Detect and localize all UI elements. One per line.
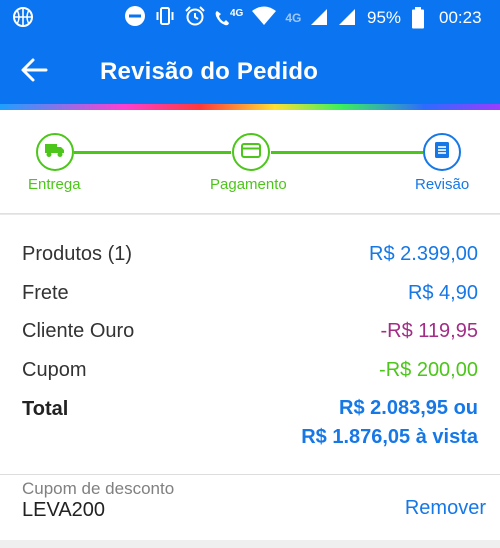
summary-row-shipping: Frete R$ 4,90 bbox=[22, 282, 478, 305]
battery-icon bbox=[411, 7, 425, 34]
total-value-line2: R$ 1.876,05 à vista bbox=[301, 426, 478, 448]
signal-icon-2 bbox=[337, 6, 357, 31]
total-label: Total bbox=[22, 398, 69, 420]
coupon-field-label: Cupom de desconto bbox=[22, 479, 175, 498]
summary-row-total: Total R$ 2.083,95 ou R$ 1.876,05 à vista bbox=[22, 397, 478, 452]
products-label: Produtos (1) bbox=[22, 243, 133, 265]
gold-customer-label: Cliente Ouro bbox=[22, 320, 135, 342]
step-connector-2 bbox=[271, 151, 423, 154]
do-not-disturb-icon bbox=[124, 5, 146, 32]
wifi-calling-icon: 4G bbox=[214, 8, 243, 28]
bottom-divider bbox=[0, 540, 500, 548]
wifi-icon bbox=[251, 5, 277, 32]
total-value-line1: R$ 2.083,95 ou bbox=[339, 397, 478, 419]
step-label-pagamento: Pagamento bbox=[210, 176, 287, 193]
total-value: R$ 2.083,95 ou R$ 1.876,05 à vista bbox=[301, 394, 478, 452]
basketball-icon bbox=[12, 6, 34, 33]
step-label-entrega: Entrega bbox=[28, 176, 81, 193]
back-button[interactable] bbox=[20, 56, 60, 88]
products-value: R$ 2.399,00 bbox=[369, 243, 478, 265]
order-summary: Produtos (1) R$ 2.399,00 Frete R$ 4,90 C… bbox=[0, 214, 500, 474]
alarm-icon bbox=[184, 5, 206, 32]
credit-card-icon bbox=[241, 142, 261, 163]
step-connector-1 bbox=[74, 151, 231, 154]
coupon-section: Cupom de desconto LEVA200 Remover bbox=[0, 474, 500, 540]
list-icon bbox=[434, 141, 450, 164]
clock: 00:23 bbox=[439, 8, 482, 27]
arrow-left-icon bbox=[20, 58, 48, 88]
step-pagamento[interactable] bbox=[232, 133, 270, 171]
app-bar: Revisão do Pedido bbox=[0, 36, 500, 104]
coupon-label: Cupom bbox=[22, 359, 87, 381]
shipping-label: Frete bbox=[22, 282, 69, 304]
signal-icon bbox=[309, 6, 329, 31]
vibrate-icon bbox=[154, 5, 176, 32]
step-label-revisao: Revisão bbox=[415, 176, 470, 193]
page-title: Revisão do Pedido bbox=[100, 58, 319, 85]
remove-coupon-button[interactable]: Remover bbox=[405, 497, 486, 520]
battery-percent: 95% bbox=[367, 8, 402, 27]
coupon-value: -R$ 200,00 bbox=[379, 359, 478, 381]
truck-icon bbox=[44, 141, 66, 164]
coupon-code[interactable]: LEVA200 bbox=[22, 499, 105, 522]
step-revisao[interactable] bbox=[423, 133, 461, 171]
status-bar: 4G 4G 95% 00:23 bbox=[0, 0, 500, 36]
shipping-value: R$ 4,90 bbox=[407, 282, 478, 304]
summary-row-products: Produtos (1) R$ 2.399,00 bbox=[22, 243, 478, 266]
checkout-stepper: Entrega Pagamento Revisão bbox=[0, 110, 500, 214]
summary-row-coupon: Cupom -R$ 200,00 bbox=[22, 359, 478, 382]
network-label-dim: 4G bbox=[285, 11, 302, 25]
step-entrega[interactable] bbox=[36, 133, 74, 171]
summary-row-gold-customer: Cliente Ouro -R$ 119,95 bbox=[22, 320, 478, 343]
gold-customer-value: -R$ 119,95 bbox=[380, 320, 478, 342]
network-label: 4G bbox=[230, 8, 244, 19]
